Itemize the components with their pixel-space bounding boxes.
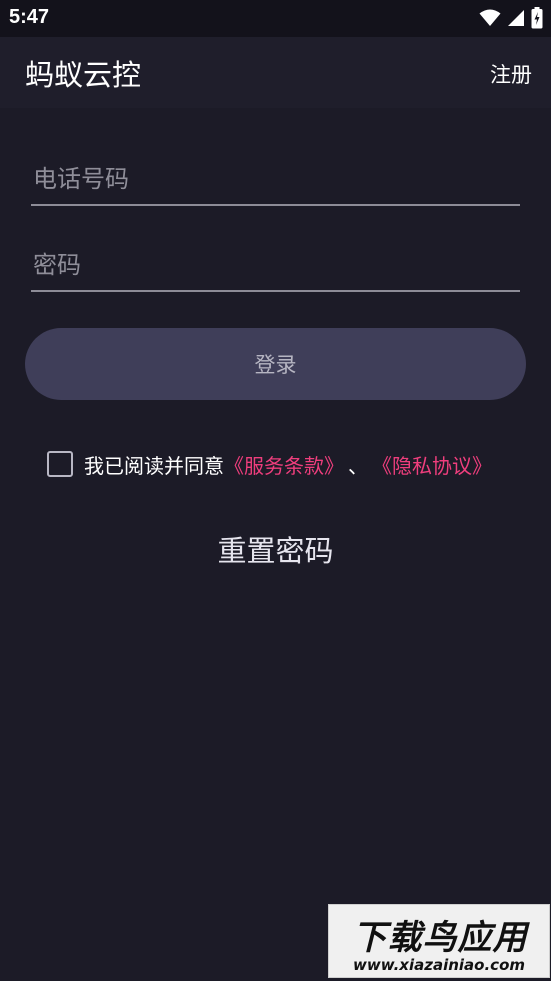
register-button[interactable]: 注册 bbox=[490, 59, 532, 89]
status-bar: 5:47 bbox=[0, 0, 551, 37]
reset-password-button[interactable]: 重置密码 bbox=[0, 528, 551, 570]
agreement-checkbox[interactable] bbox=[47, 451, 73, 477]
status-time: 5:47 bbox=[9, 6, 50, 28]
password-field bbox=[31, 240, 520, 292]
battery-icon bbox=[531, 7, 543, 29]
watermark-title: 下载鸟应用 bbox=[352, 917, 528, 958]
agreement-separator: 、 bbox=[348, 453, 368, 478]
privacy-link[interactable]: 《隐私协议》 bbox=[372, 450, 492, 479]
app-bar: 蚂蚁云控 注册 bbox=[0, 37, 551, 108]
phone-input[interactable] bbox=[31, 154, 520, 204]
agreement-row: 我已阅读并同意 《服务条款》 、 《隐私协议》 bbox=[47, 448, 492, 480]
terms-link[interactable]: 《服务条款》 bbox=[224, 450, 344, 479]
login-button[interactable]: 登录 bbox=[25, 328, 526, 400]
watermark-logo: 下载鸟应用 www.xiazainiao.com bbox=[328, 904, 550, 978]
status-icons bbox=[479, 7, 543, 29]
password-input[interactable] bbox=[31, 240, 520, 290]
wifi-icon bbox=[479, 9, 501, 27]
app-title: 蚂蚁云控 bbox=[25, 58, 142, 92]
agreement-text: 我已阅读并同意 bbox=[84, 453, 224, 478]
signal-icon bbox=[507, 9, 525, 27]
watermark-url: www.xiazainiao.com bbox=[352, 956, 526, 974]
phone-field bbox=[31, 154, 520, 206]
